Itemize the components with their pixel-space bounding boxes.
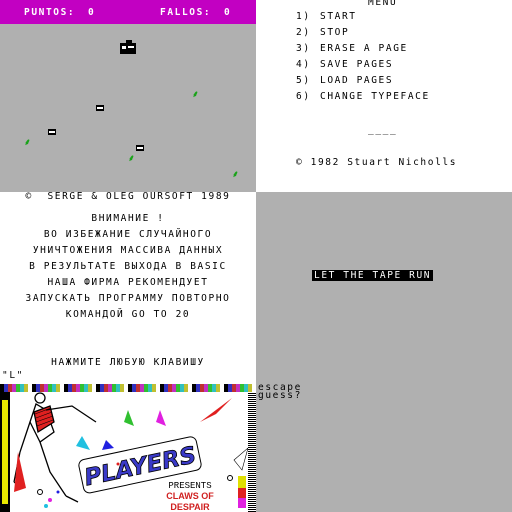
green-triangle <box>124 410 134 426</box>
menu-divider: ____ <box>368 124 398 135</box>
menu-item-number: 4) <box>296 59 311 70</box>
loading-screen: "L" PLAYERS PRESENTS CLAWS OF DESPAIR <box>0 368 256 512</box>
game-screen: PUNTOS: 0 FALLOS: 0 ⸙ ⸙ ⸙ ⸙ <box>0 0 256 192</box>
notice-line: ВО ИЗБЕЖАНИЕ СЛУЧАЙНОГО <box>43 229 213 240</box>
palette-magenta <box>238 498 246 508</box>
enemy-sprite <box>96 105 104 111</box>
title-line-1: CLAWS OF <box>166 491 214 501</box>
notice-line: КОМАНДОЙ GO TO 20 <box>65 309 191 320</box>
menu-title: MENU <box>368 0 398 8</box>
enemy-sprite <box>48 129 56 135</box>
notice-line: НАША ФИРМА РЕКОМЕНДУЕТ <box>47 277 209 288</box>
title-line-2: DESPAIR <box>170 502 210 512</box>
loading-border-right <box>248 392 256 512</box>
menu-item-load-pages[interactable]: LOAD PAGES <box>320 75 393 86</box>
blue-triangle <box>102 440 114 450</box>
menu-item-save-pages[interactable]: SAVE PAGES <box>320 59 393 70</box>
cyan-triangle <box>76 436 90 450</box>
white-triangle <box>233 447 248 471</box>
menu-copyright: © 1982 Stuart Nicholls <box>296 157 458 168</box>
loading-border-left <box>0 392 10 512</box>
magenta-triangle <box>156 410 166 426</box>
presents-text: PRESENTS <box>168 481 211 491</box>
leaf-icon: ⸙ <box>232 170 239 180</box>
enemy-sprite <box>136 145 144 151</box>
score-label: PUNTOS: <box>24 7 76 18</box>
menu-item-erase-a-page[interactable]: ERASE A PAGE <box>320 43 408 54</box>
menu-item-number: 5) <box>296 75 311 86</box>
notice-heading: ВНИМАНИЕ ! <box>91 213 165 224</box>
adventure-line-2: guess? <box>258 390 302 401</box>
play-field: ⸙ ⸙ ⸙ ⸙ <box>0 24 256 192</box>
fails-label: FALLOS: <box>160 7 212 18</box>
score-value: 0 <box>88 7 96 18</box>
palette-yellow <box>238 476 246 488</box>
notice-screen: © SERGE & OLEG OURSOFT 1989 ВНИМАНИЕ ! В… <box>0 192 256 368</box>
adventure-screen: escape guess? <box>256 384 512 512</box>
leaf-icon: ⸙ <box>128 154 135 164</box>
menu-item-number: 1) <box>296 11 311 22</box>
notice-line: ЗАПУСКАТЬ ПРОГРАММУ ПОВТОРНО <box>25 293 231 304</box>
menu-item-stop[interactable]: STOP <box>320 27 349 38</box>
menu-item-number: 2) <box>296 27 311 38</box>
notice-copyright: © SERGE & OLEG OURSOFT 1989 <box>25 192 231 202</box>
load-command: "L" <box>2 370 24 381</box>
menu-item-change-typeface[interactable]: CHANGE TYPEFACE <box>320 91 430 102</box>
loading-artwork: PLAYERS PRESENTS CLAWS OF DESPAIR <box>13 392 248 512</box>
fails-value: 0 <box>224 7 232 18</box>
palette-red <box>238 488 246 498</box>
player-sprite <box>120 40 136 54</box>
menu-item-number: 6) <box>296 91 311 102</box>
notice-prompt: НАЖМИТЕ ЛЮБУЮ КЛАВИШУ <box>51 357 205 368</box>
score-bar: PUNTOS: 0 FALLOS: 0 <box>0 0 256 24</box>
menu-item-number: 3) <box>296 43 311 54</box>
leaf-icon: ⸙ <box>192 90 199 100</box>
red-triangle <box>200 398 232 422</box>
menu-screen: MENU 1) START 2) STOP 3) ERASE A PAGE 4) SAVE P… <box>256 0 512 192</box>
loading-border-stripe <box>0 384 256 392</box>
leaf-icon: ⸙ <box>24 138 31 148</box>
tape-message: LET THE TAPE RUN <box>312 270 434 281</box>
notice-line: В РЕЗУЛЬТАТЕ ВЫХОДА В BASIC <box>29 261 227 272</box>
notice-line: УНИЧТОЖЕНИЯ МАССИВА ДАННЫХ <box>32 245 224 256</box>
menu-item-start[interactable]: START <box>320 11 357 22</box>
